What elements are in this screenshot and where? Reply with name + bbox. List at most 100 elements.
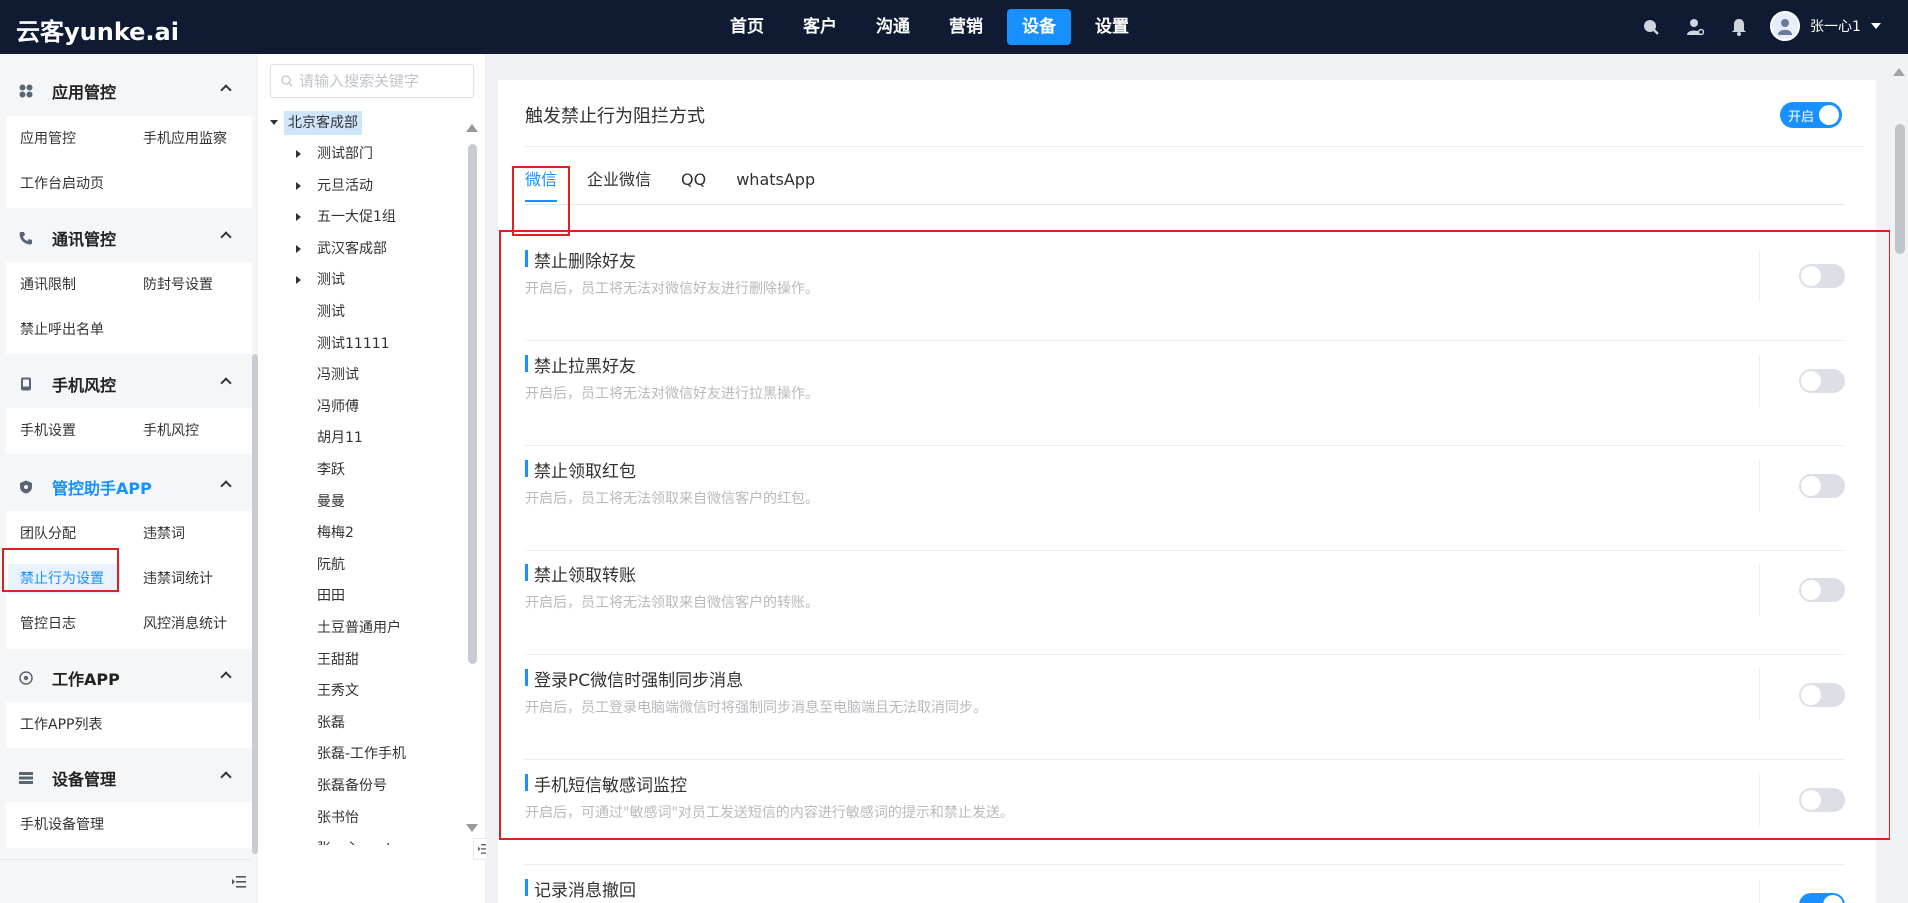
sidebar-item-app-control[interactable]: 应用管控 (20, 124, 76, 154)
setting-switch[interactable] (1799, 264, 1845, 288)
tree-node[interactable]: 冯测试 (317, 363, 359, 387)
tab-wecom[interactable]: 企业微信 (587, 158, 651, 202)
sidebar-item-anti-ban[interactable]: 防封号设置 (143, 270, 213, 300)
nav-marketing[interactable]: 营销 (934, 9, 998, 45)
sidebar-item-control-log[interactable]: 管控日志 (20, 609, 76, 639)
app-logo[interactable]: 云客yunke.ai (16, 12, 179, 47)
chevron-up-icon[interactable] (220, 84, 232, 96)
switch-knob (1801, 685, 1821, 706)
sidebar-group-control-assistant[interactable]: 管控助手APP (0, 464, 252, 510)
sidebar-item-banned-words[interactable]: 违禁词 (143, 519, 185, 549)
caret-right-icon[interactable] (296, 244, 301, 253)
platform-tabs: 微信 企业微信 QQ whatsApp (525, 158, 845, 204)
tree-node[interactable]: 李跃 (317, 458, 345, 482)
phone-icon (18, 230, 34, 246)
scroll-down-icon[interactable] (466, 824, 478, 832)
sidebar-item-work-app-list[interactable]: 工作APP列表 (20, 710, 102, 740)
nav-devices[interactable]: 设备 (1007, 9, 1071, 45)
sidebar-item-banned-words-stats[interactable]: 违禁词统计 (143, 564, 213, 594)
sidebar-group-work-app[interactable]: 工作APP (0, 655, 252, 701)
chevron-up-icon[interactable] (220, 480, 232, 492)
tree-node[interactable]: 武汉客成部 (317, 237, 387, 261)
caret-right-icon[interactable] (296, 181, 301, 190)
tree-node[interactable]: 五一大促1组 (317, 205, 396, 229)
sidebar-item-workbench-launch[interactable]: 工作台启动页 (20, 169, 104, 199)
sidebar-item-team-assign[interactable]: 团队分配 (20, 519, 76, 549)
tree-node[interactable]: 梅梅2 (317, 521, 354, 545)
caret-down-icon[interactable] (1870, 23, 1881, 29)
divider (1759, 459, 1760, 512)
search-icon[interactable] (1640, 16, 1662, 38)
sidebar-group-device-management[interactable]: 设备管理 (0, 755, 252, 801)
tree-node[interactable]: 冯师傅 (317, 395, 359, 419)
user-menu[interactable]: 张一心1 (1770, 11, 1881, 41)
chevron-up-icon[interactable] (220, 671, 232, 683)
sidebar-group-app-control[interactable]: 应用管控 (0, 68, 252, 114)
sidebar-item-phone-settings[interactable]: 手机设置 (20, 416, 76, 446)
setting-title: 禁止删除好友 (534, 252, 636, 272)
apps-icon (18, 83, 34, 99)
tree-node[interactable]: 曼曼 (317, 490, 345, 514)
setting-switch[interactable] (1799, 473, 1845, 498)
block-mode-switch[interactable]: 开启 (1780, 102, 1842, 128)
bell-icon[interactable] (1728, 16, 1750, 38)
nav-settings[interactable]: 设置 (1080, 9, 1144, 45)
setting-switch[interactable] (1799, 578, 1845, 603)
setting-title: 禁止拉黑好友 (534, 356, 636, 377)
tree-node[interactable]: 王甜甜 (317, 648, 359, 672)
chevron-up-icon[interactable] (220, 231, 232, 243)
tree-search-input[interactable] (299, 72, 459, 90)
sidebar-group-phone-risk[interactable]: 手机风控 (0, 361, 252, 407)
caret-right-icon[interactable] (296, 276, 301, 285)
sidebar-item-phone-app-monitor[interactable]: 手机应用监察 (143, 124, 227, 154)
tab-qq[interactable]: QQ (681, 158, 706, 202)
caret-right-icon[interactable] (296, 150, 301, 158)
tree-node[interactable]: 张磊-工作手机 (317, 742, 406, 766)
page-scrollbar[interactable] (1890, 54, 1908, 903)
user-name[interactable]: 张一心1 (1810, 16, 1861, 36)
setting-description: 开启后，员工将无法领取来自微信客户的红包。 (525, 490, 819, 507)
setting-switch[interactable] (1799, 892, 1845, 903)
sidebar-item-phone-risk[interactable]: 手机风控 (143, 416, 199, 446)
tree-node[interactable]: 张书怡 (317, 806, 359, 830)
tree-node[interactable]: 王秀文 (317, 679, 359, 703)
chevron-up-icon[interactable] (220, 377, 232, 389)
tree-scrollbar-thumb[interactable] (468, 144, 477, 664)
collapse-menu-icon[interactable] (232, 876, 246, 892)
tree-node[interactable]: 田田 (317, 584, 345, 608)
scroll-up-icon[interactable] (1893, 68, 1905, 76)
tree-node[interactable]: 测试部门 (317, 142, 373, 166)
tree-node[interactable]: 测试 (317, 300, 345, 324)
user-settings-icon[interactable] (1684, 16, 1706, 38)
nav-customers[interactable]: 客户 (788, 9, 852, 45)
caret-right-icon[interactable] (296, 213, 301, 222)
tree-node[interactable]: 土豆普通用户 (317, 616, 401, 640)
tab-whatsapp[interactable]: whatsApp (736, 158, 815, 202)
sidebar-item-call-blacklist[interactable]: 禁止呼出名单 (20, 315, 104, 345)
chevron-up-icon[interactable] (220, 771, 232, 783)
tree-node[interactable]: 张磊 (317, 711, 345, 735)
scroll-up-icon[interactable] (466, 124, 478, 132)
tree-node[interactable]: 胡月11 (317, 426, 363, 450)
sidebar-group-comm-control[interactable]: 通讯管控 (0, 215, 252, 261)
tree-node[interactable]: 阮航 (317, 553, 345, 577)
setting-switch[interactable] (1799, 368, 1845, 393)
sidebar-item-phone-device-management[interactable]: 手机设备管理 (20, 810, 104, 840)
caret-down-icon[interactable] (270, 120, 278, 125)
setting-switch[interactable] (1799, 788, 1845, 812)
page-scrollbar-thumb[interactable] (1895, 124, 1905, 254)
sidebar-group-items: 应用管控 手机应用监察 工作台启动页 (6, 116, 252, 208)
tree-node[interactable]: 张磊备份号 (317, 774, 387, 798)
nav-communication[interactable]: 沟通 (861, 9, 925, 45)
sidebar-item-comm-limit[interactable]: 通讯限制 (20, 270, 76, 300)
nav-home[interactable]: 首页 (715, 9, 779, 45)
avatar[interactable] (1770, 11, 1800, 41)
tree-node[interactable]: 测试 (317, 268, 345, 292)
tree-node[interactable]: 张一心-meta (317, 837, 400, 845)
tree-root-node[interactable]: 北京客成部 (284, 111, 362, 135)
sidebar-item-risk-msg-stats[interactable]: 风控消息统计 (143, 609, 227, 639)
tree-node[interactable]: 元旦活动 (317, 174, 373, 198)
setting-switch[interactable] (1799, 683, 1845, 708)
tree-node[interactable]: 测试11111 (317, 332, 390, 356)
tree-search-box[interactable] (270, 64, 474, 98)
